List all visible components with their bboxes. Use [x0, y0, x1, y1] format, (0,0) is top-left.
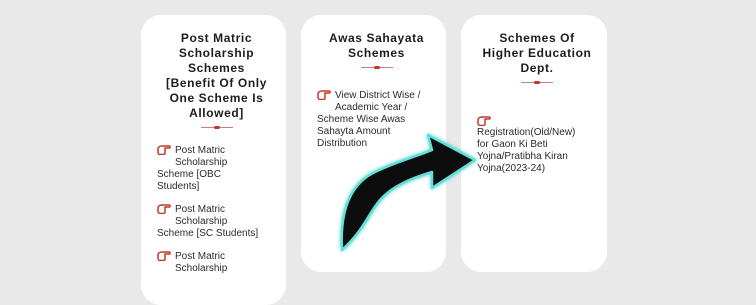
pointing-hand-icon: [477, 116, 491, 126]
higher-education-card: Schemes Of Higher Education Dept. Regist…: [461, 15, 607, 272]
card-title: Schemes Of Higher Education Dept.: [482, 31, 592, 75]
gaon-ki-beti-registration-link[interactable]: Registration(Old/New) for Gaon Ki Beti Y…: [477, 115, 597, 175]
scheme-link-third[interactable]: Post Matric Scholarship: [157, 250, 276, 275]
pointing-hand-icon: [157, 204, 171, 214]
pointing-hand-icon: [157, 145, 171, 155]
awas-sahayata-card: Awas Sahayata Schemes View District Wise…: [301, 15, 446, 272]
card-title: Post Matric Scholarship Schemes [Benefit…: [166, 31, 267, 120]
pointing-hand-icon: [317, 90, 331, 100]
title-divider: [521, 78, 553, 87]
scheme-link-sc[interactable]: Post Matric Scholarship Scheme [SC Stude…: [157, 203, 276, 240]
card-title: Awas Sahayata Schemes: [329, 31, 424, 60]
pointing-hand-icon: [157, 251, 171, 261]
post-matric-scholarship-card: Post Matric Scholarship Schemes [Benefit…: [141, 15, 286, 305]
title-divider: [360, 63, 393, 72]
title-divider: [200, 123, 233, 132]
awas-distribution-link[interactable]: View District Wise / Academic Year / Sch…: [317, 89, 436, 150]
scheme-link-obc[interactable]: Post Matric Scholarship Scheme [OBC Stud…: [157, 144, 276, 193]
